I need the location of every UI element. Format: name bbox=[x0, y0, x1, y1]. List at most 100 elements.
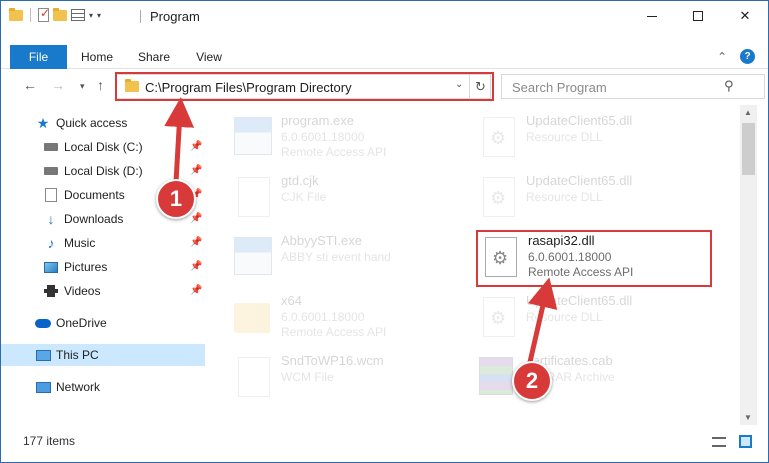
sidebar-item-label: Documents bbox=[64, 188, 125, 202]
maximize-icon bbox=[693, 11, 703, 21]
file-name: UpdateClient65.dll bbox=[526, 293, 633, 308]
downloads-icon: ↓ bbox=[47, 211, 55, 227]
tab-share[interactable]: Share bbox=[131, 45, 177, 69]
window-title: Program bbox=[150, 9, 200, 24]
dll-icon: ⚙ bbox=[479, 297, 519, 341]
file-detail: 6.0.6001.18000 bbox=[281, 310, 365, 324]
file-item[interactable]: SndToWP16.wcm WCM File bbox=[234, 353, 474, 403]
file-name: SndToWP16.wcm bbox=[281, 353, 384, 368]
properties-check-icon[interactable] bbox=[38, 6, 50, 22]
pin-icon[interactable]: 📌 bbox=[190, 261, 202, 272]
documents-icon bbox=[43, 188, 59, 202]
search-placeholder: Search Program bbox=[512, 80, 607, 95]
pin-icon[interactable]: 📌 bbox=[190, 237, 202, 248]
details-view-icon[interactable] bbox=[712, 437, 726, 447]
close-button[interactable]: ✕ bbox=[722, 1, 768, 31]
back-arrow-icon[interactable]: ← bbox=[23, 77, 37, 93]
title-divider bbox=[140, 10, 141, 23]
exe-icon bbox=[234, 117, 274, 161]
expand-ribbon-icon[interactable]: ⌄ bbox=[717, 49, 727, 63]
pin-icon[interactable]: 📌 bbox=[190, 213, 202, 224]
tab-file[interactable]: File bbox=[10, 45, 67, 69]
help-icon[interactable]: ? bbox=[740, 49, 755, 64]
file-detail: Remote Access API bbox=[281, 325, 387, 339]
videos-icon bbox=[43, 284, 59, 298]
scroll-down-icon[interactable]: ▼ bbox=[744, 413, 752, 422]
file-item[interactable]: x64 6.0.6001.18000 Remote Access API bbox=[234, 293, 474, 343]
file-item[interactable]: ⚙ UpdateClient65.dll Resource DLL bbox=[479, 173, 719, 223]
search-icon[interactable]: ⚲ bbox=[724, 78, 734, 94]
vertical-scrollbar[interactable]: ▲ ▼ bbox=[740, 105, 757, 425]
sidebar-item-label: Downloads bbox=[64, 212, 124, 226]
sidebar-item-quick-access[interactable]: ★ Quick access bbox=[1, 112, 205, 134]
network-icon bbox=[35, 380, 51, 394]
file-detail: 6.0.6001.18000 bbox=[281, 130, 365, 144]
file-name: program.exe bbox=[281, 113, 354, 128]
music-icon: ♪ bbox=[47, 235, 55, 251]
file-detail: Resource DLL bbox=[526, 190, 603, 204]
new-folder-icon[interactable] bbox=[53, 7, 67, 21]
toolbar-divider bbox=[30, 8, 31, 22]
forward-arrow-icon[interactable]: → bbox=[51, 77, 65, 93]
tiles-view-icon[interactable] bbox=[739, 435, 752, 448]
up-arrow-icon[interactable]: ↑ bbox=[97, 77, 104, 93]
minimize-button[interactable] bbox=[629, 1, 675, 31]
customize-toolbar-icon[interactable]: ▾ bbox=[97, 11, 101, 20]
sidebar-item-label: Local Disk (D:) bbox=[64, 164, 143, 178]
sidebar-item-network[interactable]: Network bbox=[1, 376, 205, 398]
step-badge-2: 2 bbox=[512, 361, 552, 401]
sidebar-item-label: Pictures bbox=[64, 260, 108, 274]
recent-locations-icon[interactable]: ▾ bbox=[80, 81, 85, 92]
sidebar-item-this-pc[interactable]: This PC bbox=[1, 344, 205, 366]
sidebar-item-videos[interactable]: Videos 📌 bbox=[1, 280, 205, 302]
title-bar: ▾ ▾ Program ✕ bbox=[1, 1, 768, 31]
file-name: UpdateClient65.dll bbox=[526, 173, 633, 188]
pictures-icon bbox=[43, 260, 59, 274]
file-item[interactable]: AbbyySTI.exe ABBY sti event hand bbox=[234, 233, 474, 283]
file-detail: CJK File bbox=[281, 190, 327, 204]
folder-icon[interactable] bbox=[9, 7, 23, 21]
sidebar-item-label: Local Disk (C:) bbox=[64, 140, 143, 154]
drive-icon bbox=[43, 140, 59, 154]
file-item[interactable]: gtd.cjk CJK File bbox=[234, 173, 474, 223]
file-item[interactable]: ⚙ UpdateClient65.dll Resource DLL bbox=[479, 293, 719, 343]
computer-icon bbox=[35, 348, 51, 362]
tab-view[interactable]: View bbox=[187, 45, 231, 69]
sidebar-item-label: Network bbox=[56, 380, 101, 394]
folder-icon bbox=[234, 297, 274, 341]
tab-home[interactable]: Home bbox=[73, 45, 121, 69]
ribbon-tabs: File Home Share View ⌄ ? bbox=[1, 45, 768, 69]
cloud-icon bbox=[35, 316, 51, 330]
document-icon bbox=[234, 357, 274, 401]
close-icon: ✕ bbox=[739, 8, 751, 23]
minimize-icon bbox=[647, 15, 657, 17]
pin-icon[interactable]: 📌 bbox=[190, 165, 202, 176]
scroll-up-icon[interactable]: ▲ bbox=[744, 108, 752, 117]
file-item[interactable]: ⚙ UpdateClient65.dll Resource DLL bbox=[479, 113, 719, 163]
sidebar-item-music[interactable]: ♪ Music 📌 bbox=[1, 232, 205, 254]
file-detail: Resource DLL bbox=[526, 130, 603, 144]
chevron-down-icon[interactable]: ▾ bbox=[89, 11, 93, 20]
search-input[interactable]: Search Program ⚲ bbox=[501, 74, 765, 99]
properties-icon[interactable] bbox=[71, 9, 85, 21]
pin-icon[interactable]: 📌 bbox=[190, 285, 202, 296]
pin-icon[interactable]: 📌 bbox=[190, 141, 202, 152]
sidebar-item-onedrive[interactable]: OneDrive bbox=[1, 312, 205, 334]
file-name: x64 bbox=[281, 293, 302, 308]
file-detail: WCM File bbox=[281, 370, 334, 384]
status-bar: 177 items bbox=[1, 429, 768, 453]
file-detail: ABBY sti event hand bbox=[281, 250, 391, 264]
file-detail: Resource DLL bbox=[526, 310, 603, 324]
sidebar-item-label: This PC bbox=[56, 348, 99, 362]
sidebar-item-pictures[interactable]: Pictures 📌 bbox=[1, 256, 205, 278]
dll-icon: ⚙ bbox=[479, 177, 519, 221]
sidebar-item-local-disk-c[interactable]: Local Disk (C:) 📌 bbox=[1, 136, 205, 158]
scroll-thumb[interactable] bbox=[742, 123, 755, 175]
document-icon bbox=[234, 177, 274, 221]
maximize-button[interactable] bbox=[675, 1, 721, 31]
file-name: UpdateClient65.dll bbox=[526, 113, 633, 128]
file-item[interactable]: program.exe 6.0.6001.18000 Remote Access… bbox=[234, 113, 474, 163]
star-icon: ★ bbox=[36, 114, 50, 131]
dll-icon: ⚙ bbox=[479, 117, 519, 161]
quick-access-toolbar: ▾ ▾ bbox=[9, 6, 101, 22]
